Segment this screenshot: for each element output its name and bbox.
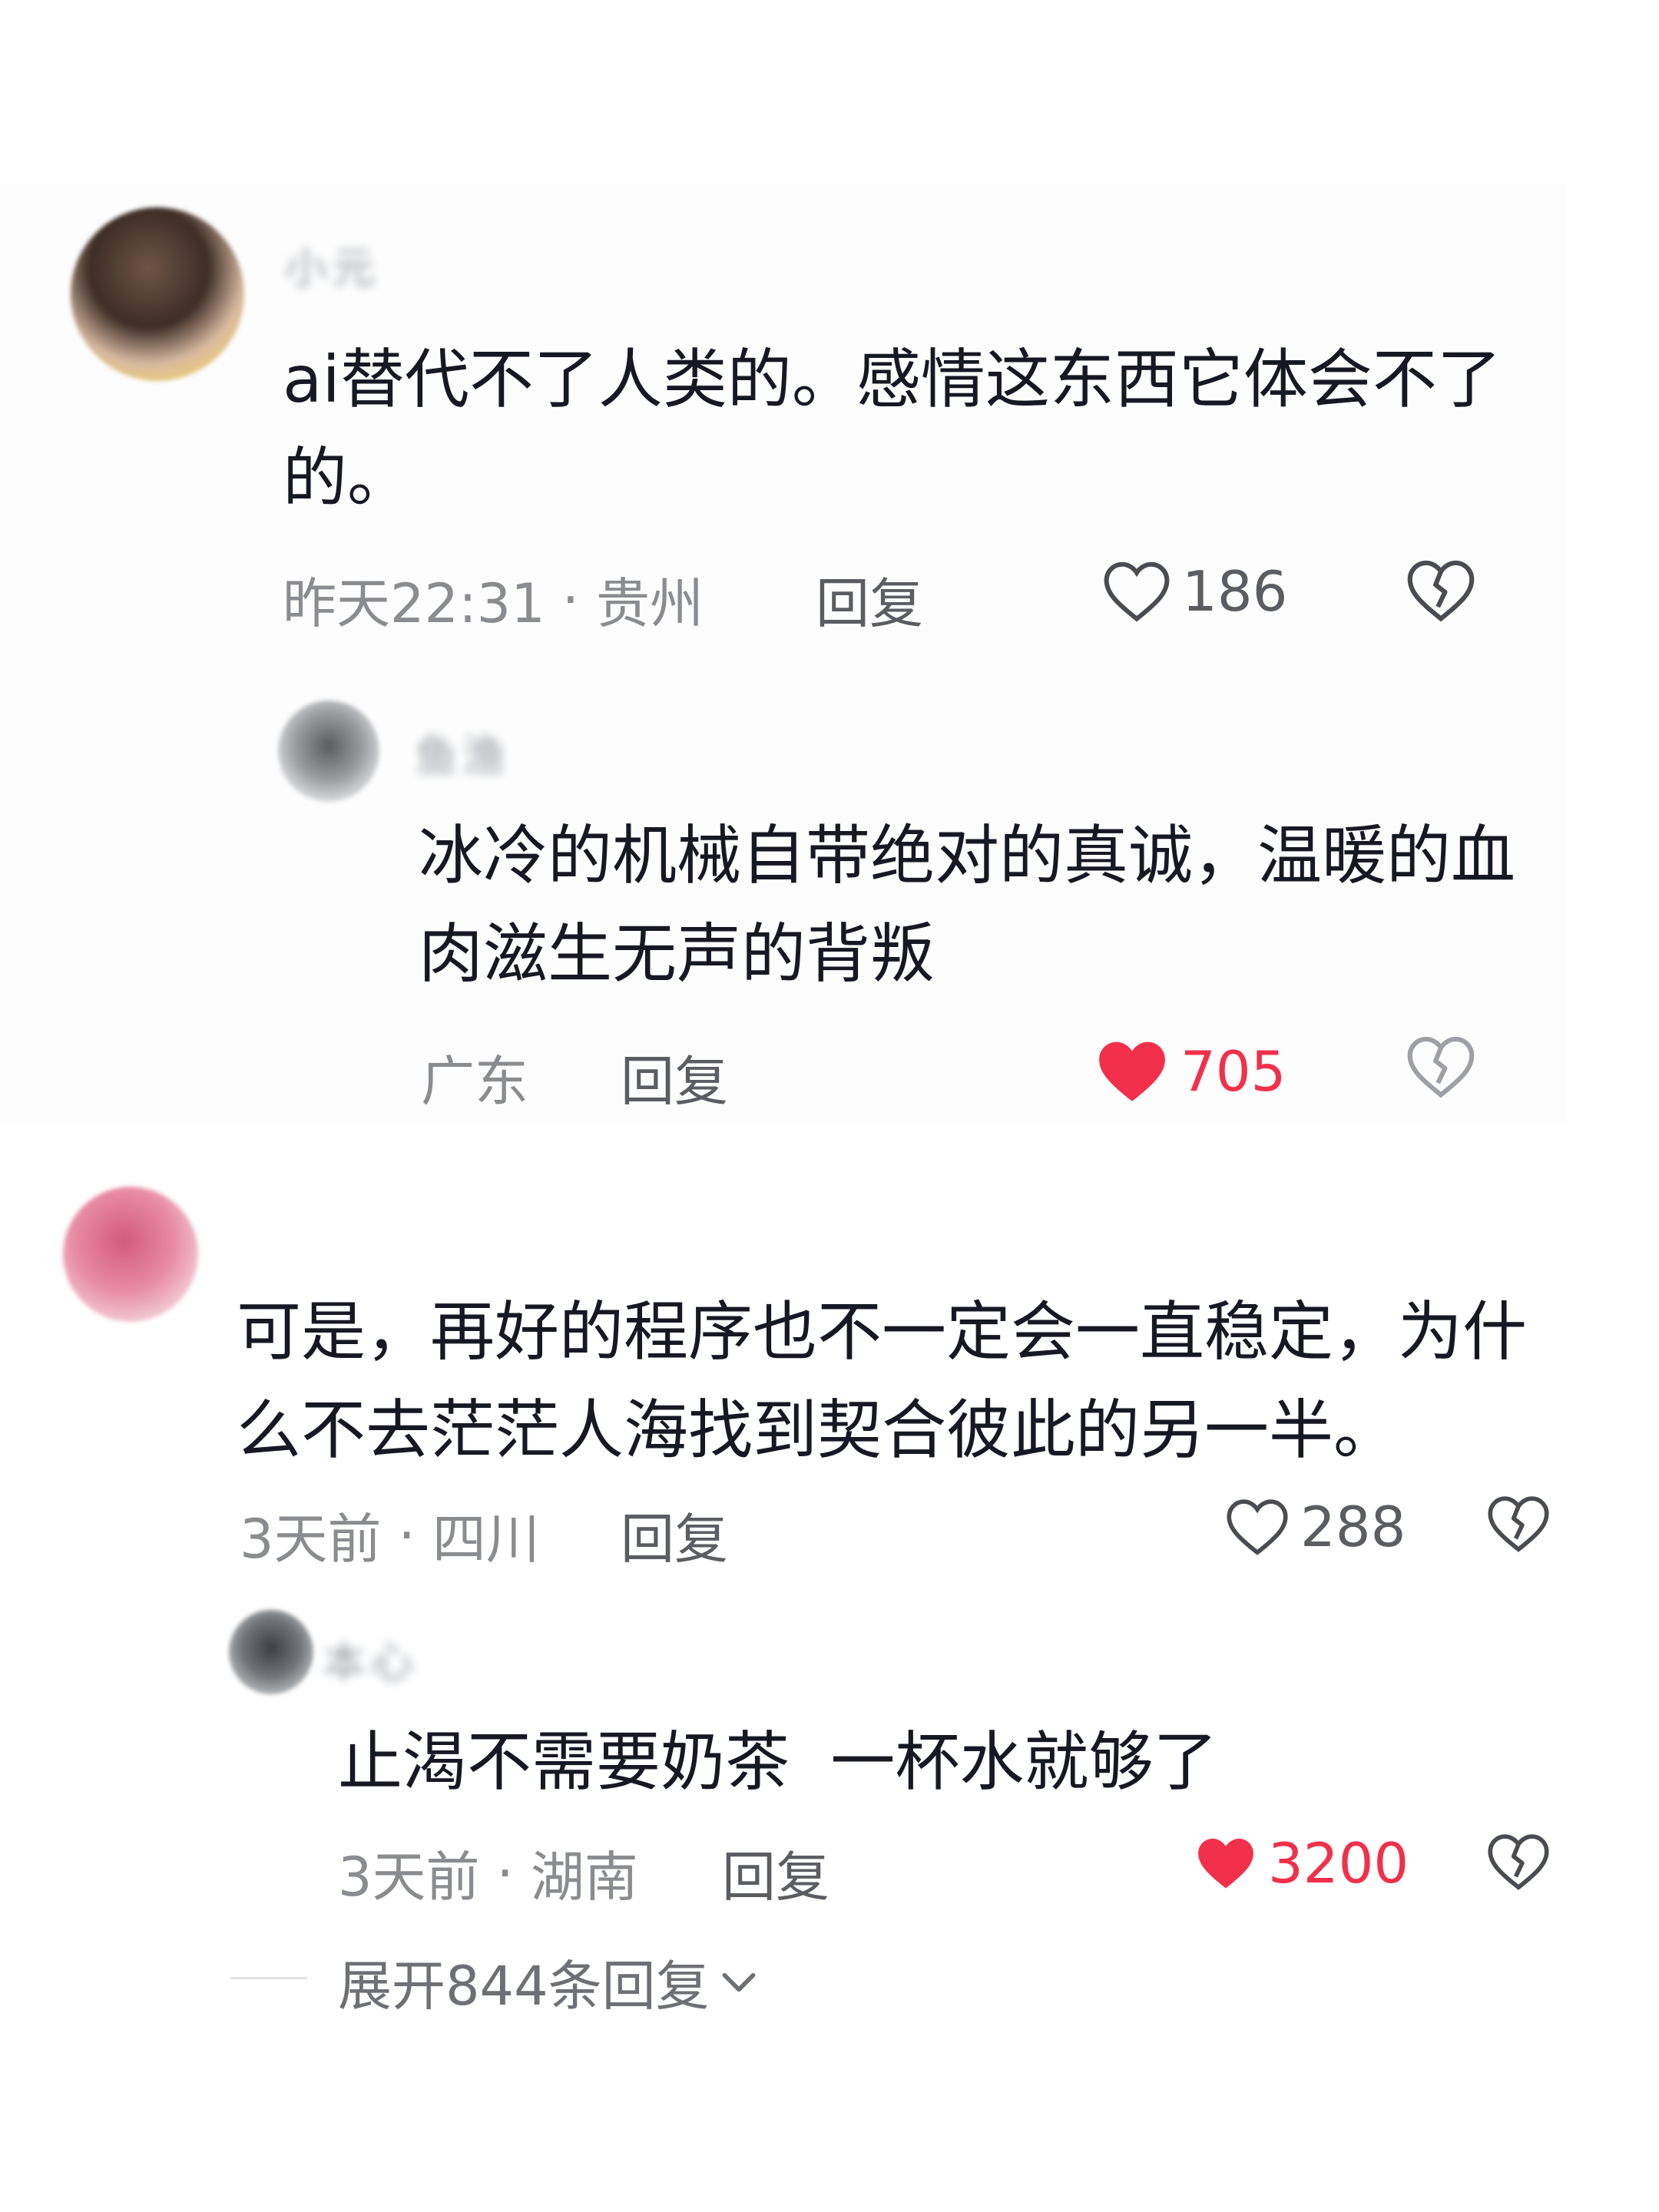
reply-2-time: 3天前 (338, 1846, 480, 1909)
heart-outline-icon (1227, 1499, 1288, 1555)
broken-heart-icon (1488, 1834, 1549, 1890)
comment-1-like-button[interactable]: 186 (1102, 559, 1287, 624)
comment-2-time: 3天前 (240, 1508, 382, 1571)
comment-1-meta: 昨天22:31 · 贵州 (283, 561, 704, 638)
broken-heart-icon (1488, 1496, 1549, 1552)
reply-2-meta: 3天前 · 湖南 (338, 1834, 638, 1912)
reply-2-like-count: 3200 (1268, 1831, 1409, 1896)
reply-1-dislike-button[interactable] (1406, 1034, 1476, 1103)
reply-2-username[interactable]: 本心 (323, 1628, 568, 1688)
comment-1-location: 贵州 (596, 572, 704, 635)
comment-2-text: 可是，再好的程序也不一定会一直稳定，为什么不去茫茫人海找到契合彼此的另一半。 (237, 1294, 1528, 1468)
reply-1-text: 冰冷的机械自带绝对的真诚，温暖的血肉滋生无声的背叛 (419, 818, 1516, 992)
comment-1-avatar[interactable] (71, 207, 244, 381)
comment-2-location: 四川 (432, 1508, 540, 1571)
heart-filled-icon (1198, 1838, 1253, 1889)
reply-2-text: 止渴不需要奶茶 一杯水就够了 (338, 1724, 1218, 1800)
reply-1-like-count: 705 (1181, 1039, 1286, 1104)
reply-1-like-button[interactable]: 705 (1094, 1037, 1286, 1106)
reply-1-avatar[interactable] (278, 700, 379, 802)
reply-2-reply-button[interactable]: 回复 (722, 1834, 830, 1912)
reply-2-like-button[interactable]: 3200 (1194, 1831, 1409, 1896)
reply-1-reply-button[interactable]: 回复 (621, 1038, 728, 1116)
comment-1-time: 昨天22:31 (283, 572, 545, 635)
reply-2-dislike-button[interactable] (1486, 1831, 1551, 1896)
broken-heart-icon (1407, 1036, 1475, 1098)
comment-1-reply-button[interactable]: 回复 (816, 561, 923, 638)
comment-2-username[interactable] (240, 1198, 424, 1244)
comment-2-like-button[interactable]: 288 (1225, 1495, 1406, 1559)
heart-outline-icon (1104, 561, 1170, 622)
reply-2-avatar[interactable] (229, 1610, 313, 1694)
expand-replies-label: 展开844条回复 (338, 1955, 710, 2018)
heart-filled-icon (1099, 1041, 1165, 1101)
reply-1-username[interactable]: 鱼渔 (415, 722, 691, 782)
expand-replies-button[interactable]: 展开844条回复 (338, 1943, 760, 2021)
chevron-down-icon (722, 1972, 756, 1992)
reply-1-location: 广东 (421, 1050, 528, 1113)
comment-1-text: ai替代不了人类的。感情这东西它体会不了的。 (283, 342, 1502, 515)
broken-heart-icon (1407, 560, 1475, 622)
comment-2-reply-button[interactable]: 回复 (621, 1496, 728, 1574)
reply-2-location: 湖南 (530, 1846, 638, 1909)
comment-2-avatar[interactable] (63, 1187, 198, 1322)
comment-2-meta: 3天前 · 四川 (240, 1496, 540, 1574)
reply-1-meta: 广东 (421, 1038, 528, 1116)
comment-1-dislike-button[interactable] (1406, 558, 1476, 627)
comment-2-like-count: 288 (1300, 1495, 1406, 1559)
comment-1-like-count: 186 (1182, 559, 1288, 624)
comment-1-username[interactable]: 小元 (284, 234, 591, 294)
expand-divider (230, 1977, 307, 1979)
comment-2-dislike-button[interactable] (1486, 1493, 1551, 1558)
